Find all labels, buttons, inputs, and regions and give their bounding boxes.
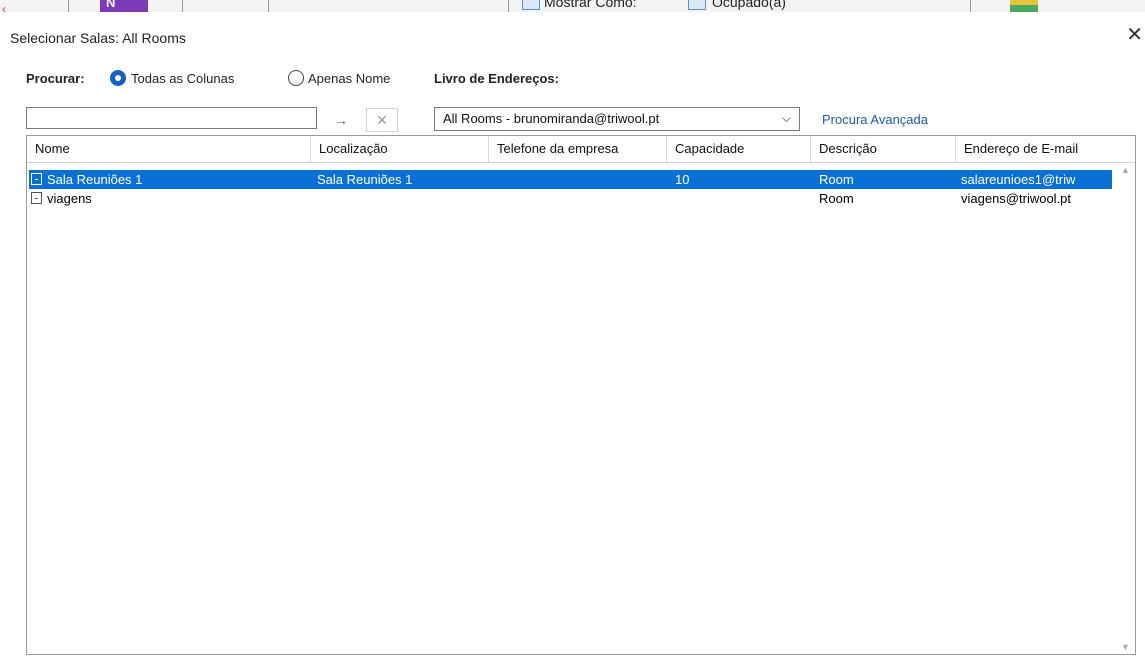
- ribbon-separator: [182, 0, 183, 12]
- search-label: Procurar:: [26, 71, 85, 86]
- column-header-descricao[interactable]: Descrição: [811, 136, 956, 162]
- table-header: Nome Localização Telefone da empresa Cap…: [27, 136, 1135, 163]
- background-ribbon: ‹ N Mostrar Como: Ocupado(a): [0, 0, 1145, 12]
- cell-email: salareunioes1@triw: [961, 172, 1076, 187]
- select-rooms-dialog: Selecionar Salas: All Rooms ✕ Procurar: …: [8, 12, 1145, 657]
- table-row[interactable]: Sala Reuniões 1 Sala Reuniões 1 10 Room …: [29, 170, 1112, 189]
- advanced-search-link[interactable]: Procura Avançada: [822, 112, 928, 127]
- column-header-nome[interactable]: Nome: [27, 136, 311, 162]
- radio-all-columns-label[interactable]: Todas as Colunas: [131, 71, 234, 86]
- chevron-down-icon: ⌵: [781, 111, 791, 125]
- table-row[interactable]: viagens Room viagens@triwool.pt: [29, 189, 1112, 208]
- ribbon-separator: [970, 0, 971, 12]
- column-header-email[interactable]: Endereço de E-mail: [956, 136, 1135, 162]
- onenote-icon: N: [100, 0, 148, 12]
- cell-descricao: Room: [819, 191, 854, 206]
- column-header-telefone[interactable]: Telefone da empresa: [489, 136, 667, 162]
- cell-capacidade: 10: [675, 172, 690, 187]
- address-book-label: Livro de Endereços:: [434, 71, 559, 86]
- ribbon-show-as-label: Mostrar Como:: [544, 0, 637, 10]
- address-book-select[interactable]: All Rooms - brunomiranda@triwool.pt ⌵: [434, 107, 800, 131]
- go-arrow-icon[interactable]: →: [325, 108, 357, 132]
- cell-localizacao: Sala Reuniões 1: [317, 172, 413, 187]
- ribbon-busy-label: Ocupado(a): [712, 0, 786, 10]
- room-icon: [31, 192, 42, 204]
- rooms-list: Nome Localização Telefone da empresa Cap…: [26, 135, 1136, 655]
- chevron-icon: ‹: [2, 2, 6, 12]
- address-book-value: All Rooms - brunomiranda@triwool.pt: [443, 111, 660, 126]
- cell-descricao: Room: [819, 172, 854, 187]
- close-icon[interactable]: ✕: [1126, 25, 1143, 45]
- calendar-view-icon: [522, 0, 540, 10]
- scheduling-icon: [1010, 0, 1038, 12]
- ribbon-separator: [268, 0, 269, 12]
- cell-nome: Sala Reuniões 1: [47, 172, 143, 187]
- radio-name-only[interactable]: [288, 70, 304, 86]
- ribbon-separator: [508, 0, 509, 12]
- room-icon: [31, 173, 42, 185]
- ribbon-separator: [68, 0, 69, 12]
- clear-search-icon[interactable]: ✕: [366, 108, 398, 132]
- column-header-capacidade[interactable]: Capacidade: [667, 136, 811, 162]
- cell-email: viagens@triwool.pt: [961, 191, 1072, 206]
- column-header-localizacao[interactable]: Localização: [311, 136, 489, 162]
- scroll-up-icon[interactable]: ▲: [1121, 165, 1130, 175]
- busy-status-icon: [688, 0, 706, 10]
- radio-all-columns[interactable]: [110, 70, 126, 86]
- scroll-down-icon[interactable]: ▼: [1121, 642, 1130, 652]
- cell-nome: viagens: [47, 191, 92, 206]
- vertical-scrollbar[interactable]: ▲ ▼: [1117, 163, 1134, 654]
- search-input[interactable]: [26, 107, 317, 129]
- radio-name-only-label[interactable]: Apenas Nome: [308, 71, 390, 86]
- dialog-title: Selecionar Salas: All Rooms: [10, 30, 186, 46]
